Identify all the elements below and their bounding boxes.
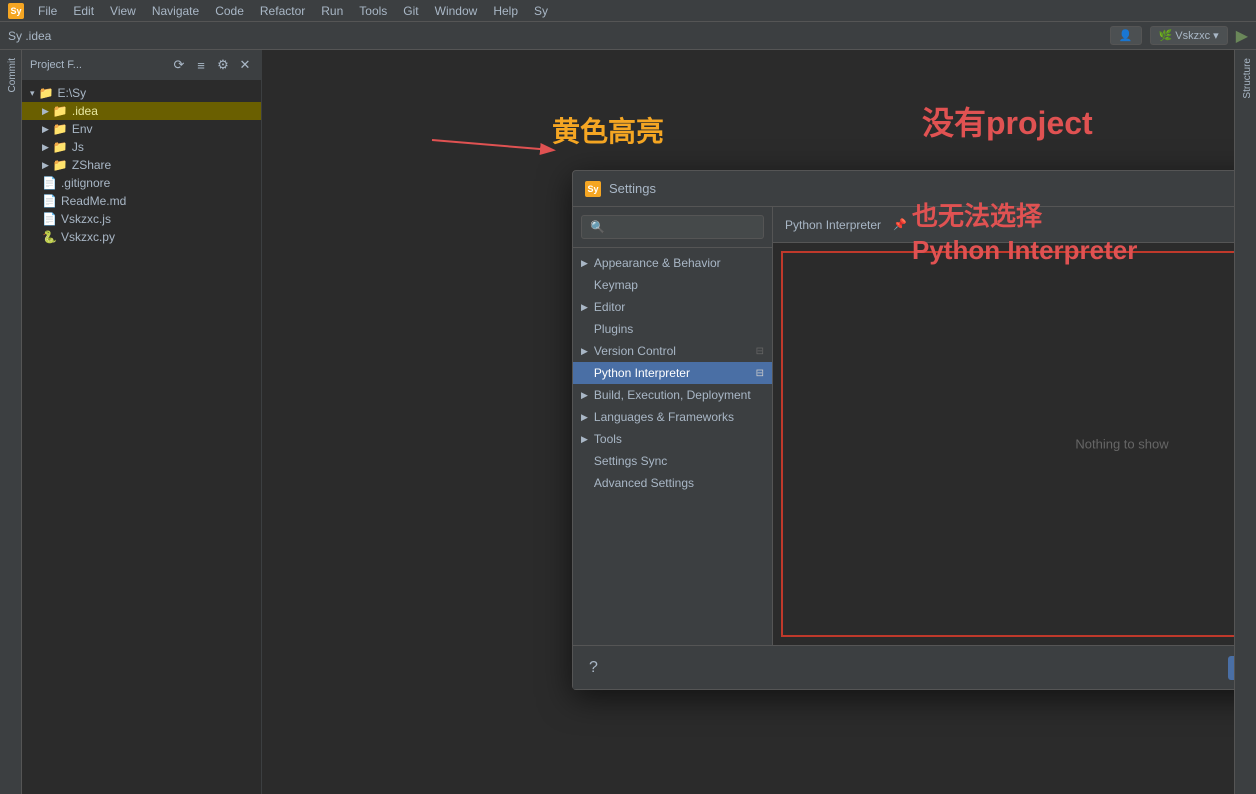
menu-navigate[interactable]: Navigate xyxy=(146,2,205,20)
menu-help[interactable]: Help xyxy=(487,2,524,20)
settings-right-header: Python Interpreter 📌 ← → xyxy=(773,207,1256,243)
menu-bar: Sy File Edit View Navigate Code Refactor… xyxy=(0,0,1256,22)
run-button[interactable]: ▶ xyxy=(1236,26,1248,46)
tree-item-js[interactable]: ▶ 📁 Js xyxy=(22,138,261,156)
menu-file[interactable]: File xyxy=(32,2,63,20)
menu-view[interactable]: View xyxy=(104,2,142,20)
sidebar-icon-sync[interactable]: ⟳ xyxy=(171,57,187,73)
menu-window[interactable]: Window xyxy=(429,2,484,20)
tree-item-idea[interactable]: ▶ 📁 .idea xyxy=(22,102,261,120)
tree-item-zshare[interactable]: ▶ 📁 ZShare xyxy=(22,156,261,174)
nothing-to-show-label: Nothing to show xyxy=(1075,437,1168,452)
app-logo: Sy xyxy=(8,3,24,19)
menu-edit[interactable]: Edit xyxy=(67,2,100,20)
settings-right-panel: Python Interpreter 📌 ← → Nothing to show xyxy=(773,207,1256,645)
sidebar-toolbar: Project F... ⟳ ≡ ⚙ ✕ xyxy=(22,50,261,80)
python-interpreter-pin: ⊟ xyxy=(756,368,764,379)
vcs-button[interactable]: 🌿 Vskzxc ▾ xyxy=(1150,26,1228,45)
project-sidebar: Project F... ⟳ ≡ ⚙ ✕ ▾ 📁 E:\Sy ▶ 📁 .idea… xyxy=(22,50,262,794)
version-control-pin: ⊟ xyxy=(756,346,764,357)
tree-item-readme[interactable]: 📄 ReadMe.md xyxy=(22,192,261,210)
dialog-title-bar: Sy Settings ✕ xyxy=(573,171,1256,207)
menu-git[interactable]: Git xyxy=(397,2,424,20)
settings-search-area xyxy=(573,207,772,248)
menu-tools[interactable]: Tools xyxy=(353,2,393,20)
settings-nav-panel: ▶ Appearance & Behavior ▶ Keymap ▶ Edito… xyxy=(573,207,773,645)
sidebar-icon-close[interactable]: ✕ xyxy=(237,57,253,73)
settings-nav-list: ▶ Appearance & Behavior ▶ Keymap ▶ Edito… xyxy=(573,248,772,645)
nav-languages[interactable]: ▶ Languages & Frameworks xyxy=(573,406,772,428)
vtab-structure[interactable]: Structure xyxy=(1235,50,1256,107)
sidebar-title: Project F... xyxy=(30,59,165,71)
python-interpreter-content: Nothing to show xyxy=(781,251,1256,637)
dialog-body: ▶ Appearance & Behavior ▶ Keymap ▶ Edito… xyxy=(573,207,1256,645)
nav-version-control[interactable]: ▶ Version Control ⊟ xyxy=(573,340,772,362)
tree-item-env[interactable]: ▶ 📁 Env xyxy=(22,120,261,138)
nav-python-interpreter[interactable]: ▶ Python Interpreter ⊟ xyxy=(573,362,772,384)
content-area: 黄色高亮 没有project Sy Settings ✕ xyxy=(262,50,1256,794)
sidebar-icon-collapse[interactable]: ≡ xyxy=(193,57,209,73)
annotation-no-project: 没有project xyxy=(922,98,1093,144)
vtab-commit[interactable]: Commit xyxy=(0,50,22,100)
menu-run[interactable]: Run xyxy=(315,2,349,20)
title-bar: Sy .idea 👤 🌿 Vskzxc ▾ ▶ xyxy=(0,22,1256,50)
nav-appearance[interactable]: ▶ Appearance & Behavior xyxy=(573,252,772,274)
nav-tools[interactable]: ▶ Tools xyxy=(573,428,772,450)
dialog-title: Settings xyxy=(609,181,656,196)
right-vtabs: Structure xyxy=(1234,50,1256,794)
settings-dialog: Sy Settings ✕ ▶ Appearance & Behavior xyxy=(572,170,1256,690)
sidebar-icon-settings[interactable]: ⚙ xyxy=(215,57,231,73)
nav-build[interactable]: ▶ Build, Execution, Deployment xyxy=(573,384,772,406)
menu-code[interactable]: Code xyxy=(209,2,250,20)
project-title: Sy .idea xyxy=(8,29,51,43)
help-icon[interactable]: ? xyxy=(589,659,598,677)
pin-icon: 📌 xyxy=(893,218,907,231)
user-button[interactable]: 👤 xyxy=(1110,26,1142,45)
menu-refactor[interactable]: Refactor xyxy=(254,2,311,20)
nav-editor[interactable]: ▶ Editor xyxy=(573,296,772,318)
dialog-logo: Sy xyxy=(585,181,601,197)
main-layout: Commit Project F... ⟳ ≡ ⚙ ✕ ▾ 📁 E:\Sy ▶ … xyxy=(0,50,1256,794)
tree-item-root[interactable]: ▾ 📁 E:\Sy xyxy=(22,84,261,102)
nav-advanced-settings[interactable]: ▶ Advanced Settings xyxy=(573,472,772,494)
dialog-footer: ? OK Cancel CSDN@十一姐 xyxy=(573,645,1256,689)
menu-sy[interactable]: Sy xyxy=(528,2,554,20)
nav-settings-sync[interactable]: ▶ Settings Sync xyxy=(573,450,772,472)
left-vtabs: Commit xyxy=(0,50,22,794)
tree-item-gitignore[interactable]: 📄 .gitignore xyxy=(22,174,261,192)
nav-plugins[interactable]: ▶ Plugins xyxy=(573,318,772,340)
annotation-yellow: 黄色高亮 xyxy=(552,110,664,150)
nav-keymap[interactable]: ▶ Keymap xyxy=(573,274,772,296)
settings-panel-title: Python Interpreter xyxy=(785,218,881,232)
file-tree: ▾ 📁 E:\Sy ▶ 📁 .idea ▶ 📁 Env ▶ 📁 Js ▶ xyxy=(22,80,261,794)
tree-item-vskzxcpy[interactable]: 🐍 Vskzxc.py xyxy=(22,228,261,246)
tree-item-vskzxcjs[interactable]: 📄 Vskzxc.js xyxy=(22,210,261,228)
settings-search-input[interactable] xyxy=(581,215,764,239)
